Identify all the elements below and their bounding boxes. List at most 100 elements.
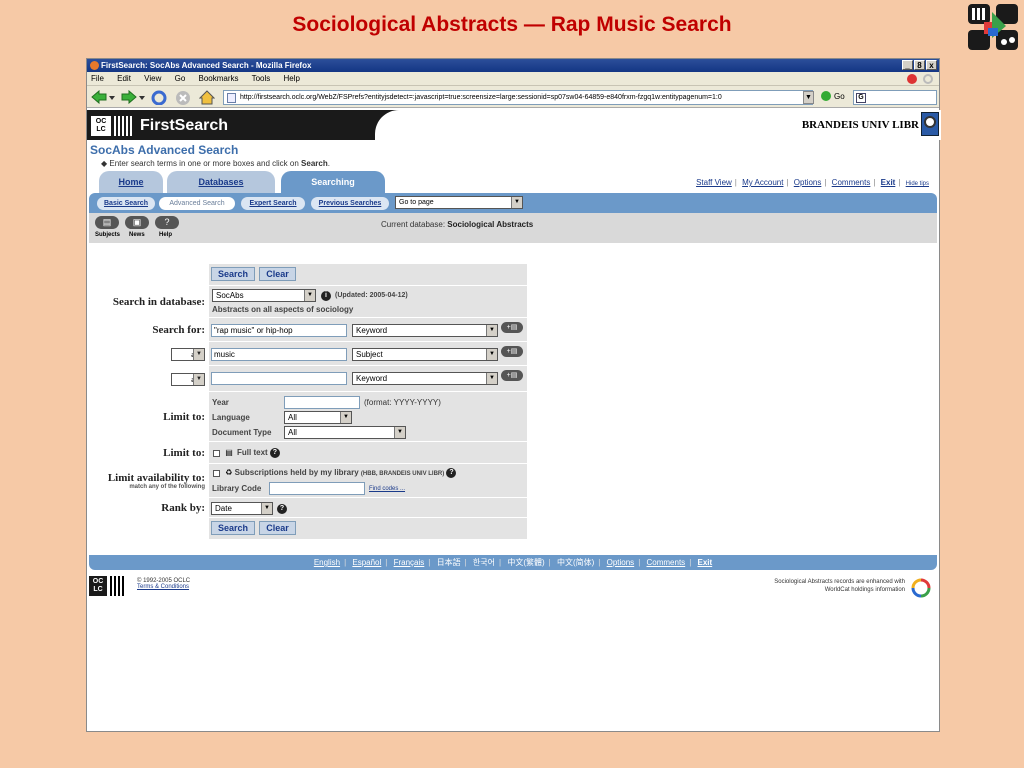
back-icon[interactable] — [91, 90, 107, 104]
previous-searches-link[interactable]: Previous Searches — [311, 197, 389, 210]
help-icon[interactable]: ? — [269, 448, 280, 458]
year-input[interactable] — [284, 396, 360, 409]
url-bar[interactable]: http://firstsearch.oclc.org/WebZ/FSPrefs… — [223, 90, 813, 105]
hide-tips-link[interactable]: Hide tips — [906, 181, 929, 187]
lang-chinese-traditional[interactable]: 中文(繁體) — [507, 558, 544, 567]
options-link[interactable]: Options — [794, 178, 822, 187]
forward-dropdown-icon[interactable] — [139, 90, 145, 104]
close-window-button[interactable]: x — [926, 60, 937, 70]
info-icon[interactable]: i — [321, 291, 331, 301]
chevron-down-icon: ▼ — [486, 325, 497, 336]
browse-index-icon-1[interactable]: +▤ — [501, 322, 523, 333]
lang-japanese[interactable]: 日本語 — [437, 558, 461, 567]
firefox-icon — [90, 61, 99, 70]
clear-button-top[interactable]: Clear — [259, 267, 296, 281]
news-icon[interactable]: ▣ — [125, 216, 149, 229]
oclc-bars-icon — [114, 116, 132, 136]
expert-search-link[interactable]: Expert Search — [241, 197, 305, 210]
search-box[interactable]: G — [853, 90, 937, 105]
lang-korean[interactable]: 한국어 — [473, 558, 495, 567]
search-term-3[interactable] — [211, 372, 347, 385]
stop-icon[interactable] — [907, 74, 917, 84]
tool-iconbar: ▤ ▣ ? Subjects News Help Current databas… — [89, 213, 937, 243]
menu-help[interactable]: Help — [284, 74, 300, 83]
chevron-down-icon: ▼ — [511, 197, 522, 208]
browse-index-icon-3[interactable]: +▤ — [501, 370, 523, 381]
tab-home[interactable]: Home — [99, 171, 163, 193]
terms-link[interactable]: Terms & Conditions — [137, 584, 189, 590]
advanced-search-link[interactable]: Advanced Search — [159, 197, 235, 210]
clear-button-bottom[interactable]: Clear — [259, 521, 296, 535]
brandeis-seal-icon — [921, 112, 939, 136]
throbber-icon — [923, 74, 933, 84]
home-icon[interactable] — [199, 90, 215, 105]
library-code-input[interactable] — [269, 482, 365, 495]
subjects-icon[interactable]: ▤ — [95, 216, 119, 229]
subscriptions-checkbox[interactable] — [213, 469, 220, 477]
tab-searching[interactable]: Searching — [281, 171, 385, 193]
search-button-bottom[interactable]: Search — [211, 521, 256, 535]
menu-bookmarks[interactable]: Bookmarks — [199, 74, 239, 83]
staff-view-link[interactable]: Staff View — [696, 178, 732, 187]
url-text: http://firstsearch.oclc.org/WebZ/FSPrefs… — [240, 94, 722, 101]
database-select[interactable]: SocAbs ▼ — [212, 289, 316, 302]
help-icon[interactable]: ? — [446, 468, 457, 478]
comments-link[interactable]: Comments — [832, 178, 871, 187]
boolean-select-3[interactable]: and▼ — [171, 372, 205, 386]
reload-icon[interactable] — [151, 90, 167, 105]
search-term-2[interactable]: music — [211, 348, 347, 361]
top-links: Staff View | My Account | Options | Comment… — [696, 178, 929, 187]
worldcat-note: Sociological Abstracts records are enhan… — [774, 578, 905, 594]
menu-tools[interactable]: Tools — [252, 74, 271, 83]
subscriptions-label: Subscriptions held by my library — [234, 468, 359, 478]
minimize-button[interactable]: _ — [902, 60, 913, 70]
bottom-options-link[interactable]: Options — [607, 558, 635, 567]
tab-databases[interactable]: Databases — [167, 171, 275, 193]
limit-label-2: Limit to: — [163, 447, 205, 459]
index-select-3[interactable]: Keyword ▼ — [352, 372, 498, 385]
stop-load-icon[interactable] — [175, 90, 191, 105]
rank-select[interactable]: Date ▼ — [211, 502, 273, 515]
index-select-2[interactable]: Subject ▼ — [352, 348, 498, 361]
help-icon[interactable]: ? — [155, 216, 179, 229]
boolean-select-2[interactable]: and▼ — [171, 347, 205, 361]
search-subnav: Basic Search Advanced Search Expert Sear… — [89, 193, 937, 213]
my-account-link[interactable]: My Account — [742, 178, 783, 187]
browse-index-icon-2[interactable]: +▤ — [501, 346, 523, 357]
go-to-page-select[interactable]: Go to page ▼ — [395, 196, 523, 209]
lang-francais[interactable]: Français — [394, 558, 425, 567]
database-label: Search in database: — [112, 296, 205, 308]
search-button-top[interactable]: Search — [211, 267, 256, 281]
search-term-1[interactable]: "rap music" or hip-hop — [211, 324, 347, 337]
menu-view[interactable]: View — [144, 74, 161, 83]
current-database: Current database: Sociological Abstracts — [381, 220, 534, 229]
back-dropdown-icon[interactable] — [109, 90, 115, 104]
menu-file[interactable]: File — [91, 74, 104, 83]
forward-icon[interactable] — [121, 90, 137, 104]
lang-espanol[interactable]: Español — [352, 558, 381, 567]
subjects-label: Subjects — [95, 232, 121, 238]
menu-go[interactable]: Go — [175, 74, 186, 83]
bottom-exit-link[interactable]: Exit — [698, 558, 713, 567]
doctype-select[interactable]: All ▼ — [284, 426, 406, 439]
chevron-down-icon: ▼ — [193, 348, 204, 360]
index-select-1[interactable]: Keyword ▼ — [352, 324, 498, 337]
library-icon: ♻ — [225, 468, 233, 478]
lang-chinese-simplified[interactable]: 中文(简体) — [557, 558, 594, 567]
chevron-down-icon: ▼ — [486, 349, 497, 360]
fulltext-checkbox[interactable] — [213, 449, 220, 457]
find-codes-link[interactable]: Find codes ... — [369, 486, 405, 492]
help-icon[interactable]: ? — [277, 504, 287, 514]
lang-english[interactable]: English — [314, 558, 340, 567]
url-dropdown-icon[interactable]: ▼ — [803, 91, 814, 104]
exit-link[interactable]: Exit — [881, 178, 896, 187]
language-select[interactable]: All ▼ — [284, 411, 352, 424]
doctype-value: All — [288, 428, 297, 437]
library-code-label: Library Code — [212, 484, 262, 493]
basic-search-link[interactable]: Basic Search — [97, 197, 155, 210]
go-button[interactable]: Go — [821, 91, 845, 101]
bottom-comments-link[interactable]: Comments — [647, 558, 686, 567]
maximize-button[interactable]: 8 — [914, 60, 925, 70]
menu-edit[interactable]: Edit — [117, 74, 131, 83]
oclc-footer-logo: OC LC — [89, 576, 124, 596]
